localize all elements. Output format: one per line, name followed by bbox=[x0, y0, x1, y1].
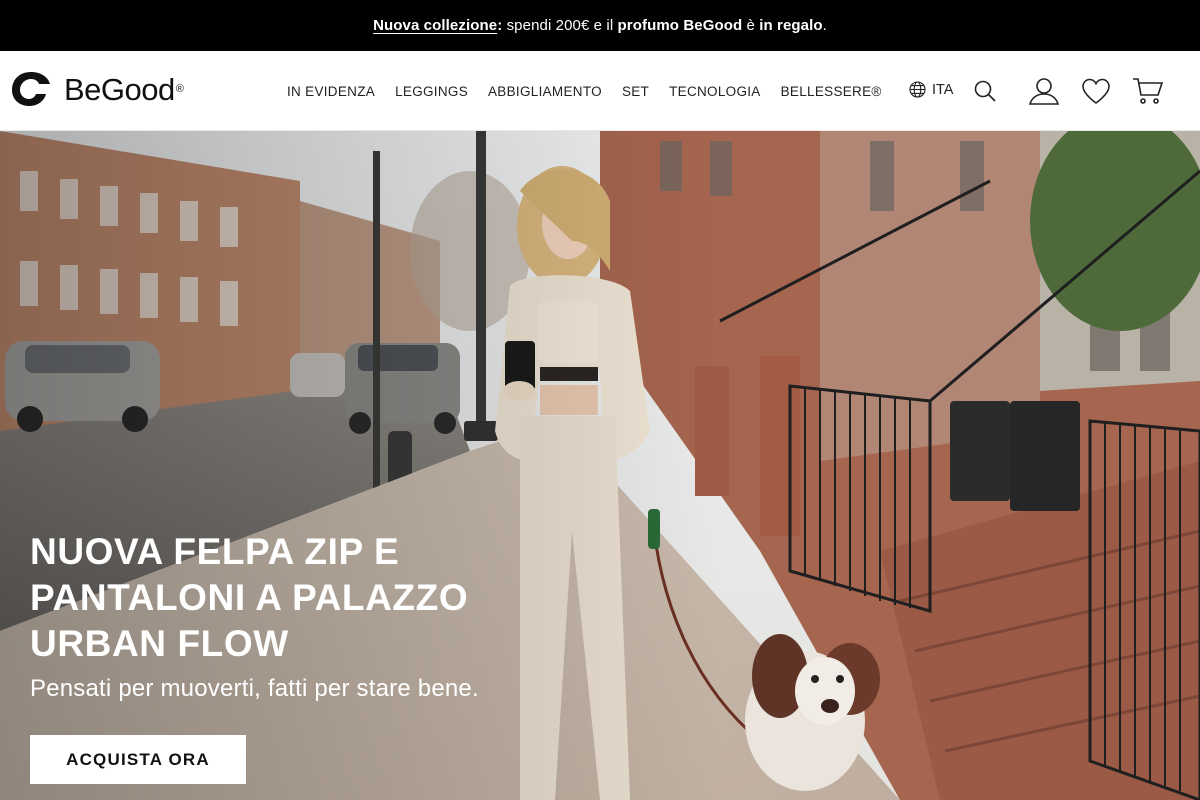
nav-item-bellessere[interactable]: BELLESSERE® bbox=[771, 84, 892, 99]
announcement-bar: Nuova collezione: spendi 200€ e il profu… bbox=[0, 0, 1200, 51]
wishlist-button[interactable] bbox=[1078, 73, 1114, 109]
hero-banner[interactable]: NUOVA FELPA ZIP E PANTALONI A PALAZZO UR… bbox=[0, 131, 1200, 800]
brand-name: BeGood bbox=[64, 71, 175, 107]
nav-item-set[interactable]: SET bbox=[612, 84, 659, 99]
announcement-gift: in regalo bbox=[759, 17, 823, 34]
nav-item-leggings[interactable]: LEGGINGS bbox=[385, 84, 478, 99]
hero-subtitle: Pensati per muoverti, fatti per stare be… bbox=[30, 675, 479, 702]
brand-logo-mark bbox=[12, 72, 50, 106]
search-icon bbox=[974, 80, 996, 102]
account-button[interactable] bbox=[1026, 73, 1062, 109]
brand-logo[interactable]: BeGood ® bbox=[10, 69, 184, 109]
nav-item-tecnologia[interactable]: TECNOLOGIA bbox=[659, 84, 771, 99]
user-icon bbox=[1028, 78, 1060, 105]
site-header: BeGood ® IN EVIDENZA LEGGINGS ABBIGLIAMEN… bbox=[0, 51, 1200, 131]
new-collection-link[interactable]: Nuova collezione bbox=[373, 17, 497, 34]
nav-item-in-evidenza[interactable]: IN EVIDENZA bbox=[277, 84, 385, 99]
brand-registered-mark: ® bbox=[175, 83, 184, 95]
announcement-text-before: spendi 200€ e il bbox=[502, 17, 618, 34]
announcement-product: profumo BeGood bbox=[617, 17, 743, 34]
cart-button[interactable] bbox=[1130, 73, 1166, 109]
language-label: ITA bbox=[932, 81, 954, 98]
shop-now-button[interactable]: ACQUISTA ORA bbox=[30, 735, 246, 784]
language-selector[interactable]: ITA bbox=[909, 81, 953, 98]
search-button[interactable] bbox=[967, 73, 1003, 109]
main-nav: IN EVIDENZA LEGGINGS ABBIGLIAMENTO SET T… bbox=[277, 51, 892, 131]
heart-icon bbox=[1082, 78, 1110, 104]
cart-icon bbox=[1133, 78, 1164, 104]
announcement-text-end: . bbox=[822, 17, 827, 34]
nav-item-abbigliamento[interactable]: ABBIGLIAMENTO bbox=[478, 84, 612, 99]
hero-title: NUOVA FELPA ZIP E PANTALONI A PALAZZO UR… bbox=[30, 531, 469, 664]
globe-icon bbox=[909, 81, 926, 98]
announcement-text-middle: è bbox=[742, 17, 760, 34]
